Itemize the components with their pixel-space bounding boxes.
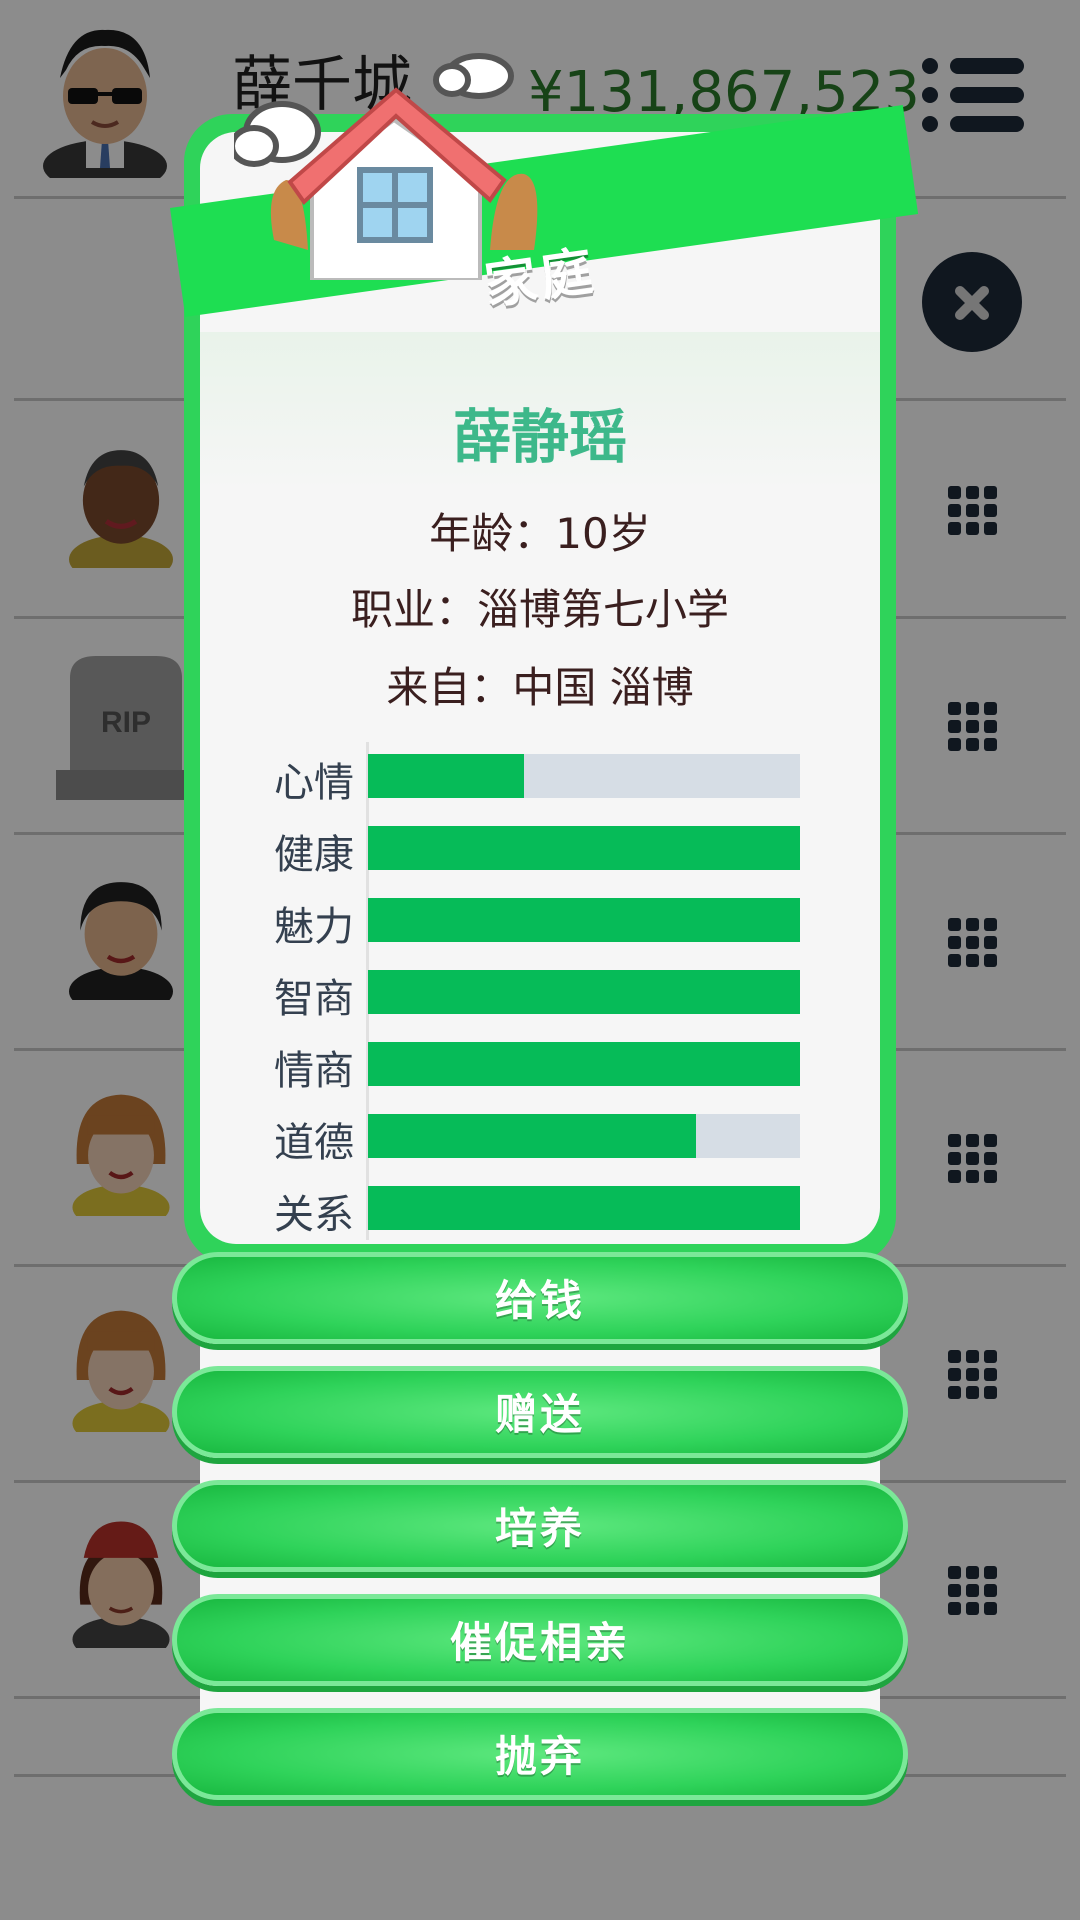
- job-row: 职业：淄博第七小学: [0, 576, 1080, 637]
- age-label: 年龄：: [429, 509, 556, 558]
- stat-bar-morality: [368, 1114, 800, 1158]
- stat-label-charm: 魅力: [274, 904, 354, 950]
- stat-fill-mood: [368, 754, 524, 798]
- stat-fill-iq: [368, 970, 800, 1014]
- member-name: 薛静瑶: [452, 403, 627, 471]
- origin-label: 来自：: [386, 663, 513, 712]
- stat-bar-charm: [368, 898, 800, 942]
- origin-row: 来自：中国 淄博: [0, 654, 1080, 715]
- stat-bar-health: [368, 826, 800, 870]
- stat-fill-relationship: [368, 1186, 800, 1230]
- house-icon: [234, 53, 538, 280]
- stat-fill-health: [368, 826, 800, 870]
- stat-label-morality: 道德: [274, 1120, 354, 1166]
- stat-bar-relationship: [368, 1186, 800, 1230]
- stat-label-mood: 心情: [274, 760, 354, 806]
- nurture-button[interactable]: 培养: [172, 1480, 908, 1572]
- age-value: 10岁: [555, 509, 651, 558]
- job-label: 职业：: [350, 585, 477, 634]
- stat-bar-mood: [368, 754, 800, 798]
- stat-label-health: 健康: [274, 832, 354, 878]
- stat-fill-morality: [368, 1114, 697, 1158]
- stat-label-iq: 智商: [274, 976, 354, 1022]
- origin-value: 中国 淄博: [512, 663, 694, 712]
- stat-fill-charm: [368, 898, 800, 942]
- age-row: 年龄：10岁: [0, 500, 1080, 561]
- stat-fill-eq: [368, 1042, 800, 1086]
- give-money-button[interactable]: 给钱: [172, 1252, 908, 1344]
- job-value: 淄博第七小学: [477, 585, 730, 634]
- stat-label-relationship: 关系: [274, 1192, 354, 1238]
- urge-matchmaking-button[interactable]: 催促相亲: [172, 1594, 908, 1686]
- stat-label-eq: 情商: [274, 1048, 354, 1094]
- gift-button[interactable]: 赠送: [172, 1366, 908, 1458]
- stat-bar-eq: [368, 1042, 800, 1086]
- abandon-button[interactable]: 抛弃: [172, 1708, 908, 1800]
- stat-bar-iq: [368, 970, 800, 1014]
